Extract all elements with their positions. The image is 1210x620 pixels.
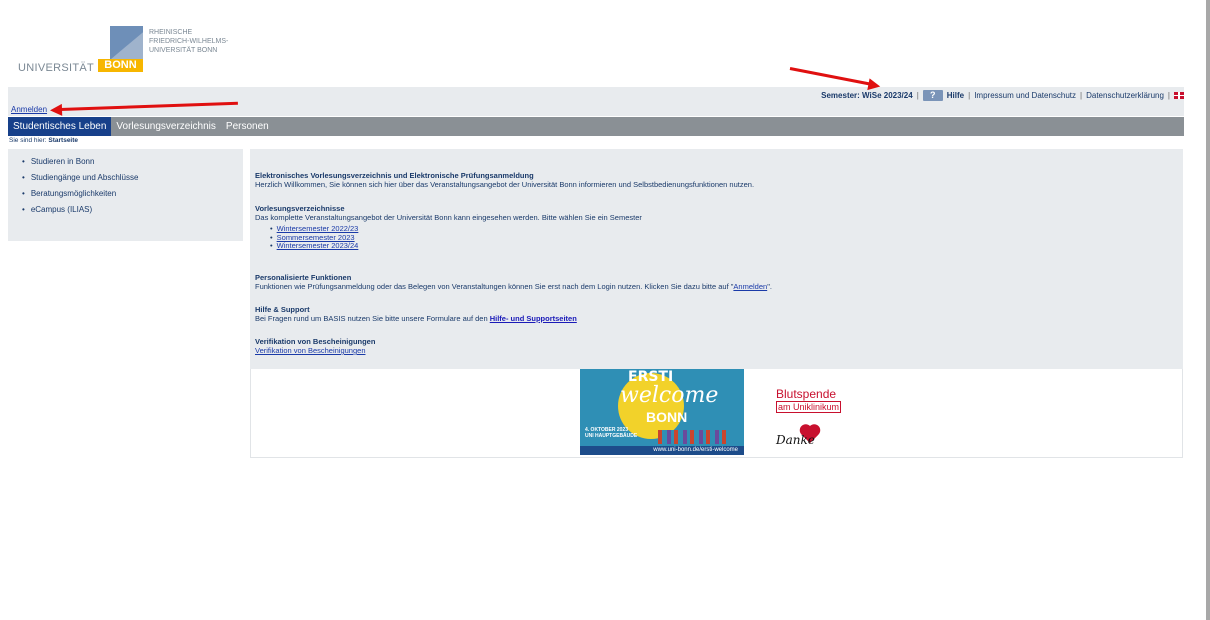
vv-section: Vorlesungsverzeichnisse Das komplette Ve… bbox=[255, 204, 642, 251]
verify-section: Verifikation von Bescheinigungen Verifik… bbox=[255, 337, 375, 355]
blood-donation-banner[interactable]: Blutspende am Uniklinikum Danke bbox=[776, 387, 851, 451]
main-navigation: Studentisches Leben Vorlesungsverzeichni… bbox=[8, 117, 1184, 136]
personal-text-after: ". bbox=[767, 282, 772, 291]
separator: | bbox=[916, 91, 919, 100]
vv-heading: Vorlesungsverzeichnisse bbox=[255, 204, 345, 213]
sidebar-item-studieren[interactable]: Studieren in Bonn bbox=[22, 157, 243, 173]
intro-text: Herzlich Willkommen, Sie können sich hie… bbox=[255, 180, 755, 189]
personal-section: Personalisierte Funktionen Funktionen wi… bbox=[255, 273, 772, 291]
personal-text: Funktionen wie Prüfungsanmeldung oder da… bbox=[255, 282, 772, 291]
main-content: Elektronisches Vorlesungsverzeichnis und… bbox=[250, 149, 1183, 369]
blood-line1: Blutspende bbox=[776, 387, 837, 401]
university-logo[interactable]: UNIVERSITÄT BONN RHEINISCHE FRIEDRICH-WI… bbox=[18, 26, 248, 76]
scrollbar[interactable] bbox=[1206, 0, 1210, 620]
help-section: Hilfe & Support Bei Fragen rund um BASIS… bbox=[255, 305, 577, 323]
help-text-line: Bei Fragen rund um BASIS nutzen Sie bitt… bbox=[255, 314, 577, 323]
logo-university-word: UNIVERSITÄT bbox=[18, 62, 95, 74]
sidebar-item-studiengaenge[interactable]: Studiengänge und Abschlüsse bbox=[22, 173, 243, 189]
personal-login-link[interactable]: Anmelden bbox=[733, 282, 767, 291]
english-flag-icon[interactable] bbox=[1174, 92, 1184, 99]
help-link[interactable]: Hilfe bbox=[947, 91, 964, 100]
breadcrumb-prefix: Sie sind hier: bbox=[9, 137, 47, 144]
ersti-url: www.uni-bonn.de/ersti-welcome bbox=[580, 446, 744, 455]
separator: | bbox=[968, 91, 971, 100]
help-heading: Hilfe & Support bbox=[255, 305, 310, 314]
breadcrumb-current[interactable]: Startseite bbox=[48, 137, 78, 144]
annotation-arrow-semester bbox=[789, 67, 882, 92]
personal-heading: Personalisierte Funktionen bbox=[255, 273, 352, 282]
ersti-date: 4. OKTOBER 2023 UNI HAUPTGEBÄUDE bbox=[585, 427, 637, 439]
impressum-link[interactable]: Impressum und Datenschutz bbox=[974, 91, 1076, 100]
top-right-links: Semester: WiSe 2023/24 | ? Hilfe | Impre… bbox=[821, 90, 1184, 101]
verify-heading: Verifikation von Bescheinigungen bbox=[255, 337, 376, 346]
arrow-head bbox=[49, 103, 63, 116]
logo-subtitle-line-3: UNIVERSITÄT BONN bbox=[149, 47, 218, 54]
intro-heading: Elektronisches Vorlesungsverzeichnis und… bbox=[255, 171, 534, 180]
banner-area: ERSTI welcome BONN 4. OKTOBER 2023 UNI HA… bbox=[250, 369, 1183, 458]
ersti-welcome-banner[interactable]: ERSTI welcome BONN 4. OKTOBER 2023 UNI HA… bbox=[580, 369, 744, 455]
separator: | bbox=[1167, 91, 1170, 100]
personal-text-before: Funktionen wie Prüfungsanmeldung oder da… bbox=[255, 282, 734, 291]
support-pages-link[interactable]: Hilfe- und Supportseiten bbox=[490, 314, 577, 323]
top-bar: Anmelden Semester: WiSe 2023/24 | ? Hilf… bbox=[8, 87, 1184, 116]
login-link[interactable]: Anmelden bbox=[11, 105, 47, 114]
sidebar-item-beratung[interactable]: Beratungsmöglichkeiten bbox=[22, 189, 243, 205]
tab-vorlesungsverzeichnis[interactable]: Vorlesungsverzeichnis bbox=[111, 117, 221, 136]
separator: | bbox=[1080, 91, 1083, 100]
tab-studentisches-leben[interactable]: Studentisches Leben bbox=[8, 117, 112, 136]
help-text: Bei Fragen rund um BASIS nutzen Sie bitt… bbox=[255, 314, 490, 323]
list-item: Wintersemester 2023/24 bbox=[270, 241, 642, 251]
blood-line2: am Uniklinikum bbox=[776, 401, 842, 413]
ersti-line2: welcome bbox=[620, 383, 719, 408]
logo-mark bbox=[110, 26, 143, 59]
ersti-line3: BONN bbox=[646, 409, 688, 425]
intro-section: Elektronisches Vorlesungsverzeichnis und… bbox=[255, 171, 754, 189]
tab-personen[interactable]: Personen bbox=[221, 117, 274, 136]
semester-indicator[interactable]: Semester: WiSe 2023/24 bbox=[821, 91, 913, 100]
sidebar-item-ecampus[interactable]: eCampus (ILIAS) bbox=[22, 205, 243, 221]
semester-link-ws2324[interactable]: Wintersemester 2023/24 bbox=[277, 241, 359, 250]
blood-thanks: Danke bbox=[776, 433, 815, 447]
vv-text: Das komplette Veranstaltungsangebot der … bbox=[255, 213, 642, 222]
people-illustration-icon bbox=[658, 430, 728, 444]
logo-subtitle-line-1: RHEINISCHE bbox=[149, 29, 193, 36]
ersti-place: UNI HAUPTGEBÄUDE bbox=[585, 433, 638, 439]
verify-link[interactable]: Verifikation von Bescheinigungen bbox=[255, 346, 366, 355]
privacy-link[interactable]: Datenschutzerklärung bbox=[1086, 91, 1164, 100]
arrow-head bbox=[867, 77, 882, 92]
logo-bonn-word: BONN bbox=[98, 59, 143, 72]
breadcrumb: Sie sind hier: Startseite bbox=[9, 137, 78, 144]
sidebar: Studieren in Bonn Studiengänge und Absch… bbox=[8, 149, 243, 241]
logo-subtitle-line-2: FRIEDRICH-WILHELMS- bbox=[149, 38, 229, 45]
help-icon[interactable]: ? bbox=[922, 90, 943, 101]
